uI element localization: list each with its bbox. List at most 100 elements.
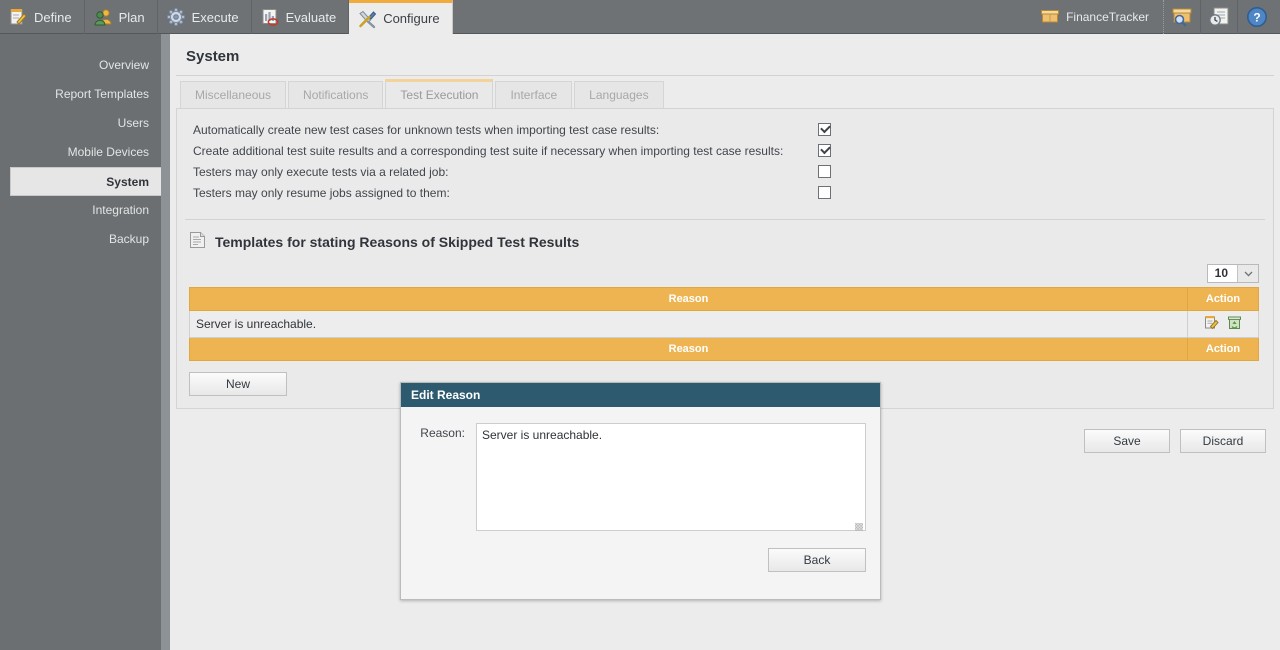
- footer-header-action: Action: [1187, 337, 1259, 361]
- column-header-reason[interactable]: Reason: [189, 287, 1188, 311]
- page-size-select[interactable]: 10: [1206, 264, 1259, 283]
- setting-label: Testers may only resume jobs assigned to…: [193, 185, 450, 200]
- sidebar-item-label: Report Templates: [55, 87, 149, 101]
- help-icon[interactable]: ?: [1238, 0, 1280, 34]
- footer-header-reason: Reason: [189, 337, 1188, 361]
- page-size-value: 10: [1214, 266, 1228, 280]
- sidebar-item-system[interactable]: System: [10, 167, 170, 196]
- dialog-body: Reason:: [401, 407, 880, 534]
- tab-label: Interface: [510, 88, 558, 102]
- nav-item-label: Define: [34, 9, 72, 25]
- nav-item-label: Plan: [118, 9, 145, 25]
- sidebar-item-label: Integration: [92, 203, 149, 217]
- nav-item-define[interactable]: Define: [0, 0, 85, 34]
- setting-label: Automatically create new test cases for …: [193, 122, 660, 137]
- tab-languages[interactable]: Languages: [574, 81, 664, 108]
- tab-miscellaneous[interactable]: Miscellaneous: [180, 81, 287, 108]
- reason-field-label: Reason:: [420, 426, 465, 440]
- sidebar-item-mobile-devices[interactable]: Mobile Devices: [0, 138, 161, 167]
- svg-text:?: ?: [1253, 11, 1260, 25]
- form-action-buttons: Save Discard: [1084, 429, 1266, 453]
- column-header-action: Action: [1187, 287, 1259, 311]
- box-icon: [1041, 8, 1060, 27]
- setting-row-resume-assigned-jobs: Testers may only resume jobs assigned to…: [177, 182, 1273, 203]
- application-window: Define Plan Execute Evaluate Configure F…: [0, 0, 1280, 650]
- save-button[interactable]: Save: [1084, 429, 1170, 453]
- table-header: Reason Action: [189, 287, 1259, 311]
- sidebar-item-label: Users: [117, 116, 149, 130]
- box-search-icon[interactable]: [1164, 0, 1201, 34]
- discard-button[interactable]: Discard: [1180, 429, 1266, 453]
- document-icon: [189, 231, 206, 252]
- sidebar-item-integration[interactable]: Integration: [0, 196, 161, 225]
- tab-bar: Miscellaneous Notifications Test Executi…: [170, 76, 1280, 108]
- reason-textarea-wrapper: [476, 423, 866, 534]
- sidebar: Overview Report Templates Users Mobile D…: [0, 34, 170, 650]
- reasons-table-wrapper: Reason Action Server is unreachable. Rea…: [177, 287, 1273, 361]
- row-action-icons: [1188, 315, 1258, 333]
- sidebar-item-label: Mobile Devices: [67, 145, 149, 159]
- gear-icon: [166, 7, 186, 27]
- dialog-title: Edit Reason: [401, 383, 880, 407]
- new-button[interactable]: New: [189, 372, 287, 396]
- nav-item-plan[interactable]: Plan: [85, 0, 158, 34]
- dialog-footer: Back: [401, 534, 880, 572]
- setting-label: Testers may only execute tests via a rel…: [193, 164, 449, 179]
- nav-item-configure[interactable]: Configure: [349, 0, 453, 34]
- section-header: Templates for stating Reasons of Skipped…: [177, 220, 1273, 252]
- top-navigation-bar: Define Plan Execute Evaluate Configure F…: [0, 0, 1280, 34]
- setting-label: Create additional test suite results and…: [193, 143, 784, 158]
- resize-grip-icon[interactable]: [855, 523, 863, 531]
- tab-interface[interactable]: Interface: [495, 81, 573, 108]
- tab-label: Test Execution: [400, 88, 479, 102]
- table-body: Server is unreachable.: [189, 310, 1259, 338]
- reason-textarea[interactable]: [476, 423, 866, 531]
- setting-checkbox[interactable]: [818, 144, 831, 157]
- tab-label: Notifications: [303, 88, 369, 102]
- notepad-pencil-icon: [8, 7, 28, 27]
- cell-reason: Server is unreachable.: [189, 310, 1188, 338]
- nav-item-label: Execute: [191, 9, 239, 25]
- setting-checkbox[interactable]: [818, 186, 831, 199]
- back-button[interactable]: Back: [768, 548, 866, 572]
- sidebar-item-report-templates[interactable]: Report Templates: [0, 80, 161, 109]
- sidebar-accent-strip: [161, 34, 170, 650]
- tab-label: Miscellaneous: [195, 88, 272, 102]
- delete-icon[interactable]: [1227, 315, 1242, 333]
- tab-notifications[interactable]: Notifications: [288, 81, 384, 108]
- project-name: FinanceTracker: [1066, 10, 1149, 24]
- sidebar-item-label: Backup: [108, 232, 149, 246]
- sidebar-item-label: System: [106, 175, 149, 189]
- setting-row-execute-via-job: Testers may only execute tests via a rel…: [177, 161, 1273, 182]
- nav-item-execute[interactable]: Execute: [158, 0, 252, 34]
- sidebar-item-backup[interactable]: Backup: [0, 225, 161, 254]
- current-project[interactable]: FinanceTracker: [1031, 0, 1164, 34]
- sidebar-item-users[interactable]: Users: [0, 109, 161, 138]
- settings-list: Automatically create new test cases for …: [177, 109, 1273, 207]
- setting-checkbox[interactable]: [818, 123, 831, 136]
- sidebar-item-label: Overview: [98, 58, 149, 72]
- table-row[interactable]: Server is unreachable.: [189, 310, 1259, 338]
- nav-item-label: Evaluate: [285, 9, 337, 25]
- edit-icon[interactable]: [1204, 315, 1219, 333]
- cell-actions: [1187, 310, 1259, 338]
- setting-row-auto-create-test-cases: Automatically create new test cases for …: [177, 119, 1273, 140]
- nav-item-label: Configure: [383, 11, 440, 26]
- main-nav: Define Plan Execute Evaluate Configure: [0, 0, 453, 34]
- people-icon: [93, 7, 113, 27]
- tab-label: Languages: [589, 88, 649, 102]
- reasons-table: Reason Action Server is unreachable. Rea…: [189, 287, 1259, 361]
- sidebar-item-overview[interactable]: Overview: [0, 51, 161, 80]
- chart-report-icon: [260, 7, 280, 27]
- table-header-row: Reason Action: [189, 287, 1259, 311]
- tools-icon: [357, 9, 377, 29]
- table-footer-row: Reason Action: [189, 337, 1259, 361]
- history-report-icon[interactable]: [1201, 0, 1238, 34]
- setting-checkbox[interactable]: [818, 165, 831, 178]
- page-title: System: [186, 48, 240, 65]
- tab-test-execution[interactable]: Test Execution: [385, 79, 494, 108]
- nav-item-evaluate[interactable]: Evaluate: [252, 0, 350, 34]
- chevron-down-icon[interactable]: [1237, 265, 1258, 282]
- settings-panel: Automatically create new test cases for …: [176, 108, 1274, 409]
- table-footer: Reason Action: [189, 337, 1259, 361]
